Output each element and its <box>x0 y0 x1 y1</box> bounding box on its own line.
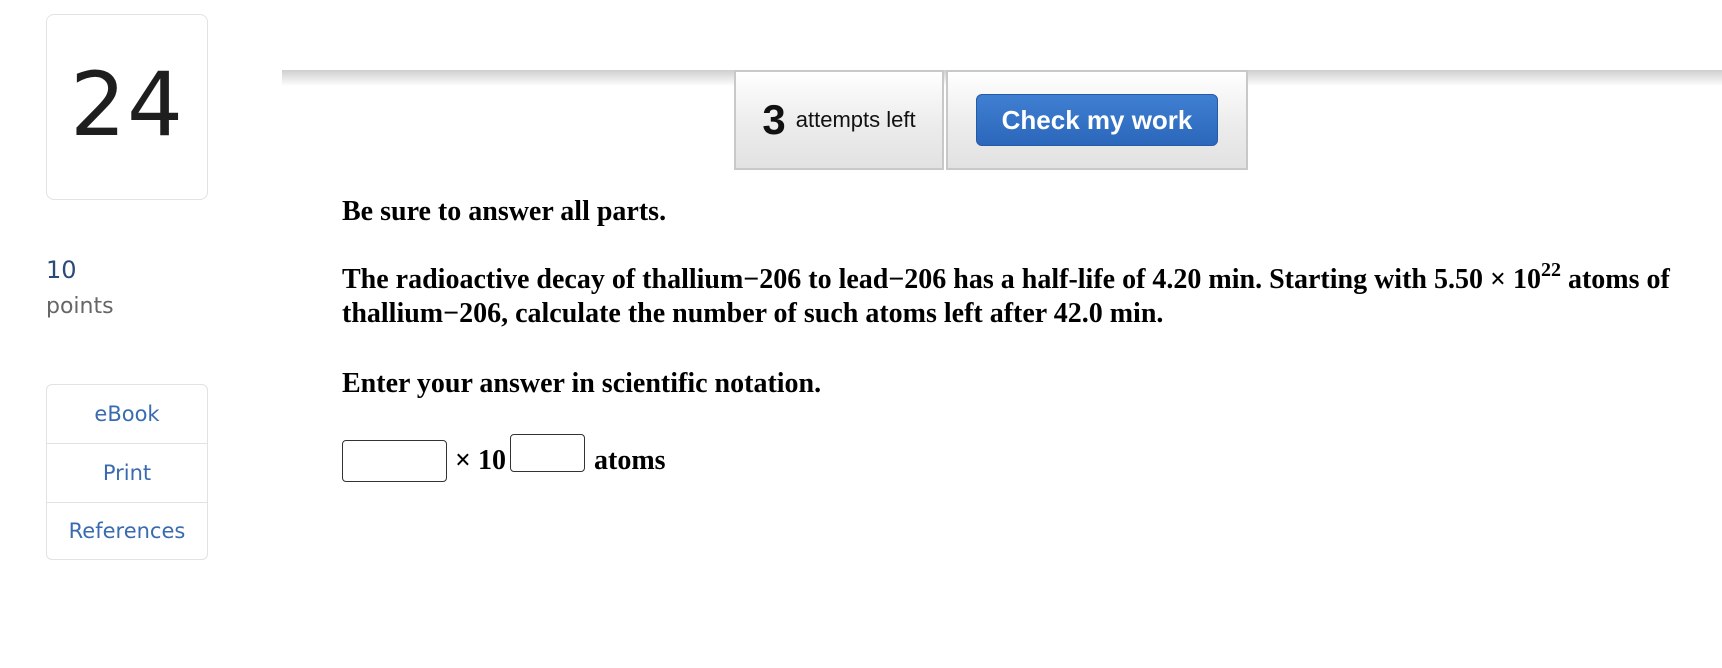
print-link[interactable]: Print <box>47 443 207 502</box>
times-ten-label: × 10 <box>455 445 506 476</box>
problem-exponent: 22 <box>1540 259 1561 281</box>
mantissa-input[interactable] <box>342 440 447 482</box>
exponent-input[interactable] <box>510 434 585 472</box>
attempts-label: attempts left <box>795 107 916 132</box>
ebook-link[interactable]: eBook <box>47 385 207 443</box>
check-my-work-button[interactable]: Check my work <box>976 94 1218 146</box>
problem-statement: The radioactive decay of thallium−206 to… <box>342 260 1702 331</box>
notation-hint: Enter your answer in scientific notation… <box>342 368 822 399</box>
unit-label: atoms <box>594 445 666 476</box>
points-value: 10 <box>46 256 77 284</box>
instruction-text: Be sure to answer all parts. <box>342 196 667 227</box>
problem-main-text: The radioactive decay of thallium−206 to… <box>342 264 1541 295</box>
points-label: points <box>46 294 114 319</box>
tools-panel: eBook Print References <box>46 384 208 560</box>
references-link[interactable]: References <box>47 502 207 559</box>
attempts-indicator: 3 attempts left <box>734 70 944 170</box>
question-number: 24 <box>70 53 184 156</box>
question-number-card: 24 <box>46 14 208 200</box>
attempts-count: 3 <box>762 96 786 143</box>
check-work-container: Check my work <box>946 70 1248 170</box>
